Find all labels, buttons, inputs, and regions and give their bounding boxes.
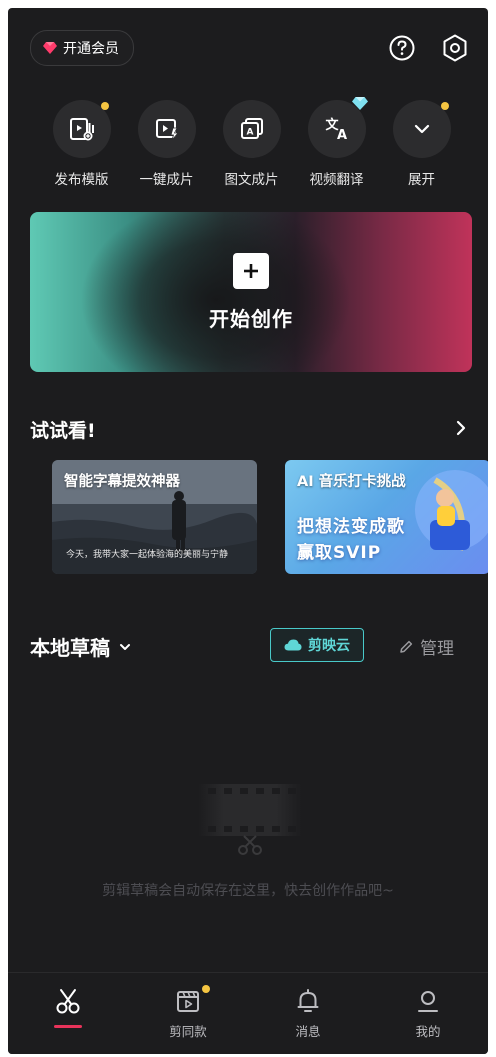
one-click-video-icon — [155, 119, 179, 141]
chevron-down-icon — [414, 124, 429, 134]
tool-label: 发布模版 — [54, 172, 109, 188]
tab-label: 消息 — [295, 1024, 321, 1039]
tab-label: 我的 — [415, 1024, 441, 1039]
tool-text-to-video[interactable]: A 图文成片 — [209, 100, 294, 188]
drafts-dropdown[interactable]: 本地草稿 — [30, 632, 132, 661]
tool-label: 图文成片 — [224, 172, 279, 188]
tab-messages[interactable]: 消息 — [248, 973, 368, 1054]
diamond-badge-icon — [351, 97, 368, 110]
clapperboard-icon — [177, 991, 199, 1012]
feature-card-subtitles[interactable]: 智能字幕提效神器 今天，我带大家一起体验海的美丽与宁静 — [52, 460, 257, 574]
tool-label: 视频翻译 — [309, 172, 364, 188]
manage-label: 管理 — [420, 639, 454, 659]
diamond-icon — [43, 42, 57, 54]
settings-icon[interactable] — [441, 34, 469, 62]
tool-template-publish[interactable]: 发布模版 — [39, 100, 124, 188]
help-icon[interactable] — [388, 34, 416, 62]
profile-icon — [418, 991, 438, 1012]
pencil-icon — [400, 640, 413, 653]
tool-video-translate[interactable]: 文 A 视频翻译 — [294, 97, 379, 188]
card-title: 智能字幕提效神器 — [64, 474, 180, 490]
tab-edit[interactable] — [8, 973, 128, 1054]
chevron-right-icon[interactable] — [454, 419, 468, 437]
tool-one-click-video[interactable]: 一键成片 — [124, 100, 209, 188]
card-line-2: 赢取SVIP — [297, 543, 382, 563]
tool-expand[interactable]: 展开 — [379, 100, 464, 188]
start-creating-label: 开始创作 — [209, 306, 293, 331]
card-line-1: 把想法变成歌 — [297, 517, 405, 537]
new-dot — [100, 102, 109, 110]
tab-label: 剪同款 — [169, 1024, 207, 1039]
tool-label: 展开 — [408, 172, 435, 188]
bottom-tab-bar: 剪同款 消息 我的 — [8, 972, 488, 1054]
card-subtitle: 今天，我带大家一起体验海的美丽与宁静 — [66, 550, 229, 560]
app-screen: 开通会员 发布模版 一键成片 A 图文成片 文 A 视频翻译 展开 开始创作 试… — [8, 8, 488, 1054]
new-dot — [202, 985, 210, 993]
cloud-label: 剪映云 — [308, 638, 350, 654]
feature-card-music-challenge[interactable]: AI 音乐打卡挑战 把想法变成歌 赢取SVIP — [285, 460, 488, 574]
drafts-title: 本地草稿 — [30, 636, 110, 660]
empty-drafts-illustration — [198, 784, 302, 855]
active-tab-indicator — [54, 1025, 82, 1028]
tab-templates[interactable]: 剪同款 — [128, 973, 248, 1054]
new-dot — [440, 102, 449, 110]
svg-text:A: A — [246, 128, 253, 138]
cloud-icon — [284, 639, 302, 651]
card-title: AI 音乐打卡挑战 — [297, 474, 406, 490]
vip-button[interactable]: 开通会员 — [30, 30, 134, 66]
template-publish-icon — [69, 118, 94, 141]
quick-tools: 发布模版 一键成片 A 图文成片 文 A 视频翻译 展开 — [8, 97, 488, 188]
manage-button[interactable]: 管理 — [398, 634, 454, 659]
try-section-title: 试试看! — [30, 420, 96, 442]
text-to-video-icon: A — [240, 118, 263, 139]
svg-text:A: A — [336, 128, 346, 143]
plus-icon — [233, 252, 269, 289]
bell-icon — [297, 989, 319, 1012]
tool-label: 一键成片 — [139, 172, 194, 188]
vip-label: 开通会员 — [63, 41, 119, 57]
scissors-icon — [56, 989, 80, 1014]
cloud-button[interactable]: 剪映云 — [270, 628, 364, 662]
empty-drafts-text: 剪辑草稿会自动保存在这里，快去创作作品吧~ — [102, 883, 394, 899]
start-creating-button[interactable]: 开始创作 — [30, 212, 472, 372]
translate-icon: 文 A — [325, 117, 347, 143]
chevron-down-icon — [120, 643, 130, 650]
tab-profile[interactable]: 我的 — [368, 973, 488, 1054]
